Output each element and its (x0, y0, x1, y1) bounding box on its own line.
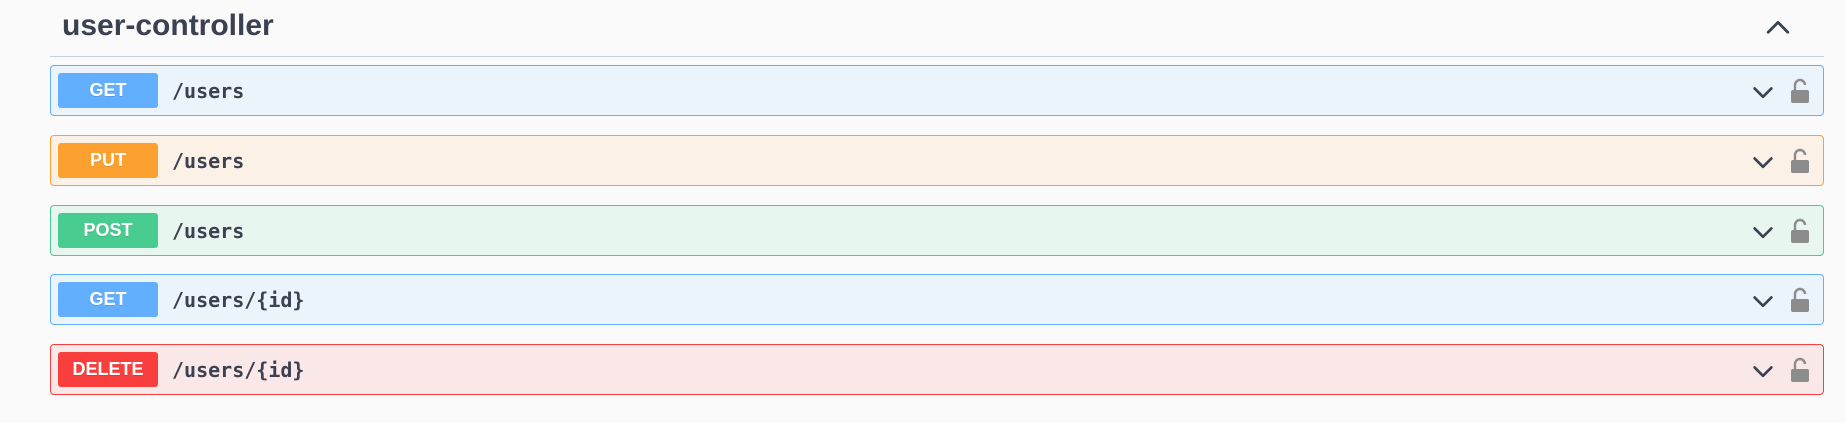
operation-path: /users (172, 219, 245, 243)
operation-path: /users (172, 79, 245, 103)
user-controller-section: user-controller GET /users PUT /users PO… (50, 0, 1824, 395)
unlocked-padlock-icon[interactable] (1789, 286, 1811, 314)
unlocked-padlock-icon[interactable] (1789, 147, 1811, 175)
method-badge: GET (58, 282, 158, 317)
operation-path: /users/{id} (172, 288, 305, 312)
method-badge: DELETE (58, 352, 158, 387)
method-badge: PUT (58, 143, 158, 178)
operation-path: /users (172, 149, 245, 173)
operation-delete-user-by-id[interactable]: DELETE /users/{id} (50, 344, 1824, 395)
operation-put-users[interactable]: PUT /users (50, 135, 1824, 186)
method-badge: GET (58, 73, 158, 108)
chevron-down-icon[interactable] (1749, 287, 1777, 315)
chevron-down-icon[interactable] (1749, 218, 1777, 246)
operation-get-user-by-id[interactable]: GET /users/{id} (50, 274, 1824, 325)
chevron-down-icon[interactable] (1749, 357, 1777, 385)
chevron-down-icon[interactable] (1749, 148, 1777, 176)
method-badge: POST (58, 213, 158, 248)
unlocked-padlock-icon[interactable] (1789, 77, 1811, 105)
chevron-down-icon[interactable] (1749, 78, 1777, 106)
operation-path: /users/{id} (172, 358, 305, 382)
section-header[interactable]: user-controller (50, 0, 1824, 57)
section-title: user-controller (62, 9, 274, 42)
unlocked-padlock-icon[interactable] (1789, 356, 1811, 384)
operation-get-users[interactable]: GET /users (50, 65, 1824, 116)
operation-post-users[interactable]: POST /users (50, 205, 1824, 256)
chevron-up-icon[interactable] (1762, 12, 1794, 44)
unlocked-padlock-icon[interactable] (1789, 217, 1811, 245)
